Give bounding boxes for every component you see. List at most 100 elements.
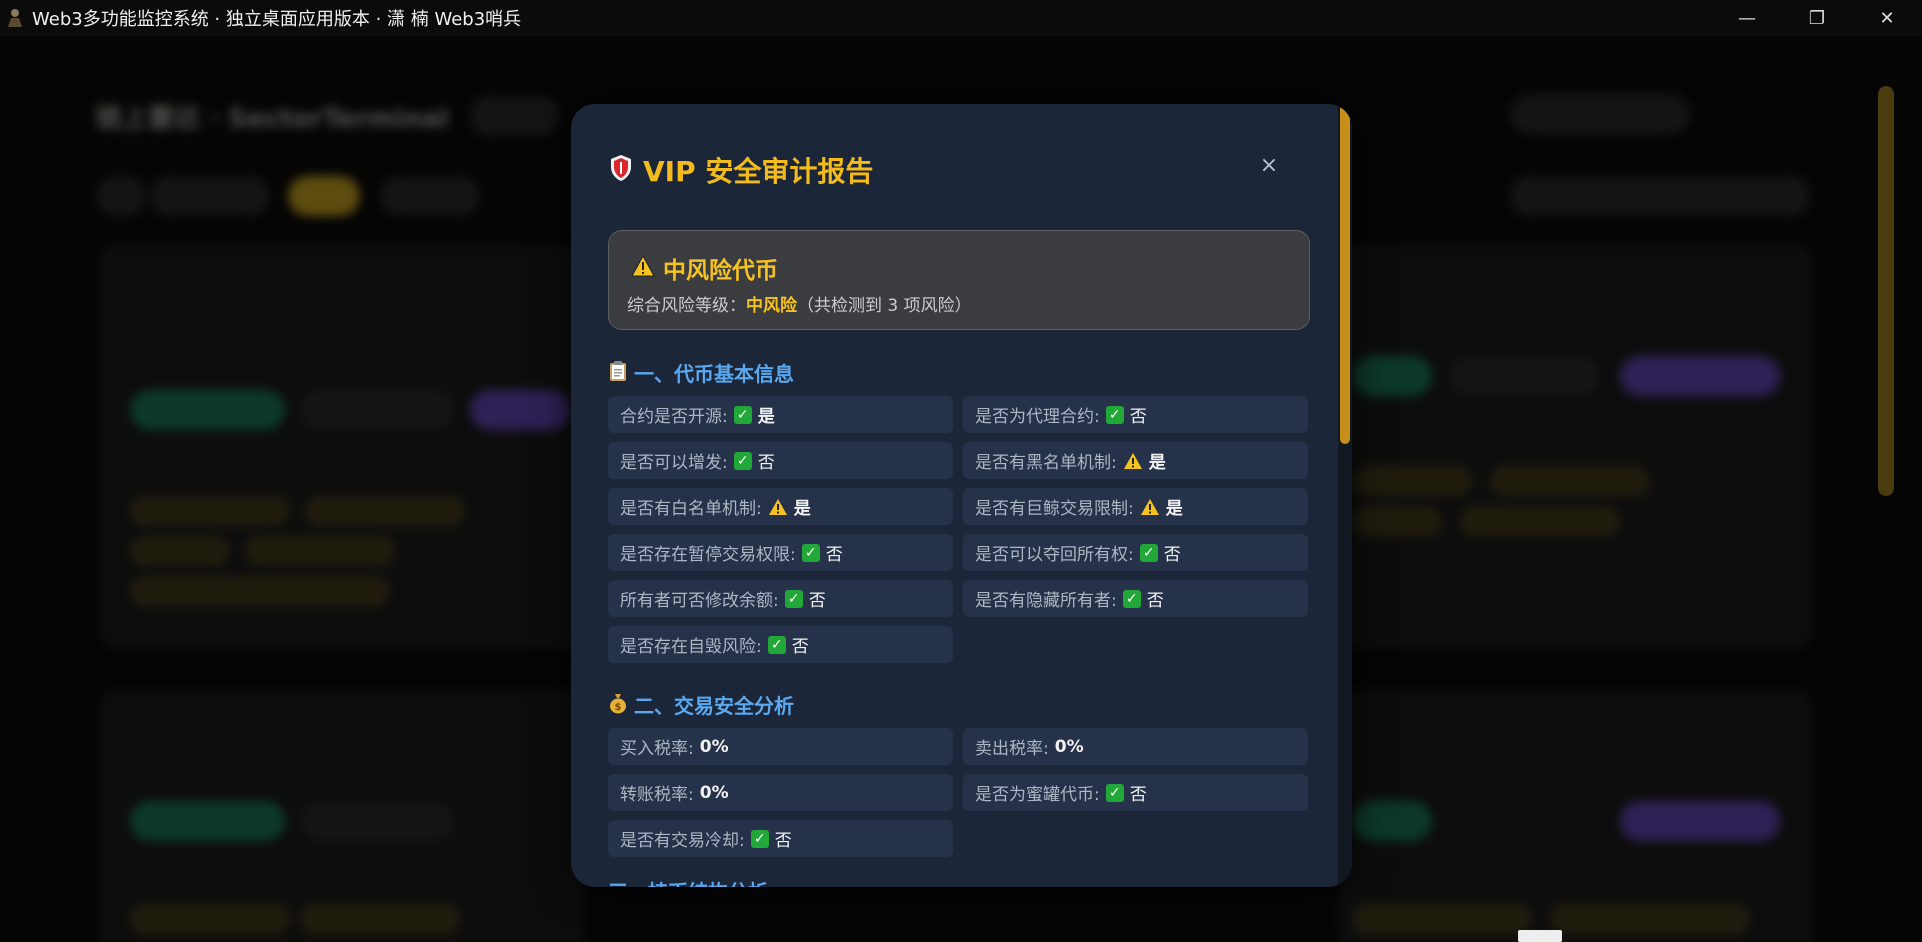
- bg-pill: [470, 96, 560, 136]
- corner-badge: [1518, 930, 1562, 942]
- info-label: 是否存在自毁风险:: [620, 637, 762, 657]
- bg-tag: [1490, 466, 1650, 496]
- info-value: 否: [1163, 545, 1181, 565]
- section-title-text: 二、交易安全分析: [634, 694, 794, 718]
- info-item: 是否存在自毁风险: ✓ 否: [608, 626, 953, 663]
- check-icon: ✓: [784, 589, 803, 608]
- close-modal-button[interactable]: ×: [1254, 150, 1284, 180]
- trade-item: 买入税率: 0%: [608, 728, 953, 765]
- info-label: 所有者可否修改余额:: [620, 591, 779, 611]
- window-title-bar: Web3多功能监控系统 · 独立桌面应用版本 · 潇 楠 Web3哨兵 — ❐ …: [0, 0, 1922, 36]
- section-title-trade-security: $ 二、交易安全分析: [608, 690, 794, 719]
- check-icon: ✓: [1105, 405, 1124, 424]
- bg-pill: [380, 176, 480, 216]
- info-item: 是否可以夺回所有权: ✓ 否: [963, 534, 1308, 571]
- money-bag-icon: $: [608, 692, 628, 718]
- info-label: 合约是否开源:: [620, 407, 728, 427]
- bg-pill: [300, 390, 455, 430]
- trade-value: 否: [774, 831, 792, 851]
- trade-value: 否: [1129, 785, 1147, 805]
- trade-security-grid: 买入税率: 0% 卖出税率: 0% 转账税率: 0% 是否为蜜罐代币: ✓ 否 是否有交易…: [608, 728, 1308, 866]
- background-scrollbar: [1878, 86, 1894, 496]
- trade-value: 0%: [699, 736, 729, 757]
- bg-tag: [300, 904, 460, 934]
- risk-summary-prefix: 综合风险等级：: [627, 296, 746, 316]
- risk-summary-box: 中风险代币 综合风险等级：中风险（共检测到 3 项风险）: [608, 230, 1310, 330]
- bg-tag: [130, 576, 390, 606]
- info-item: 是否有隐藏所有者: ✓ 否: [963, 580, 1308, 617]
- warning-icon: [1140, 498, 1160, 516]
- security-audit-modal: VIP 安全审计报告 × 中风险代币 综合风险等级：中风险（共检测到 3 项风险…: [571, 104, 1352, 887]
- basic-info-grid: 合约是否开源: ✓ 是 是否为代理合约: ✓ 否 是否可以增发: ✓ 否 是否有黑名单机制:…: [608, 396, 1308, 672]
- trade-label: 卖出税率:: [975, 739, 1049, 759]
- trade-label: 转账税率:: [620, 785, 694, 805]
- check-icon: ✓: [750, 829, 769, 848]
- info-value: 是: [757, 407, 775, 427]
- trade-item: 卖出税率: 0%: [963, 728, 1308, 765]
- bg-pill: [1352, 356, 1432, 396]
- info-item: 是否有白名单机制: 是: [608, 488, 953, 525]
- check-icon: ✓: [1122, 589, 1141, 608]
- restore-button[interactable]: ❐: [1782, 0, 1852, 36]
- info-value: 是: [793, 499, 811, 519]
- bg-pill: [1352, 801, 1432, 841]
- info-value: 否: [825, 545, 843, 565]
- info-label: 是否可以增发:: [620, 453, 728, 473]
- close-window-button[interactable]: ✕: [1852, 0, 1922, 36]
- bg-tag: [130, 496, 290, 526]
- risk-title: 中风险代币: [663, 258, 778, 284]
- trade-value: 0%: [699, 782, 729, 803]
- bg-tag: [130, 904, 290, 934]
- info-item: 所有者可否修改余额: ✓ 否: [608, 580, 953, 617]
- shield-icon: [609, 154, 633, 186]
- app-logo-icon: [4, 7, 26, 29]
- window-title: Web3多功能监控系统 · 独立桌面应用版本 · 潇 楠 Web3哨兵: [32, 9, 522, 30]
- bg-pill: [1620, 801, 1780, 841]
- clipboard-icon: [608, 360, 628, 386]
- risk-summary-suffix: （共检测到 3 项风险）: [797, 296, 972, 316]
- section-title-text: 一、代币基本信息: [634, 362, 794, 386]
- check-icon: ✓: [1139, 543, 1158, 562]
- info-value: 否: [757, 453, 775, 473]
- section-title-basic-info: 一、代币基本信息: [608, 358, 794, 387]
- info-item: 是否可以增发: ✓ 否: [608, 442, 953, 479]
- bg-pill: [1510, 176, 1810, 216]
- trade-item: 是否有交易冷却: ✓ 否: [608, 820, 953, 857]
- info-item: 是否为代理合约: ✓ 否: [963, 396, 1308, 433]
- check-icon: ✓: [1105, 783, 1124, 802]
- check-icon: ✓: [733, 451, 752, 470]
- background-app-title: 链上雷达 · SectorTerminal: [96, 104, 449, 134]
- bg-pill: [288, 176, 360, 216]
- info-value: 否: [1146, 591, 1164, 611]
- info-label: 是否有隐藏所有者:: [975, 591, 1117, 611]
- modal-scrollbar[interactable]: [1338, 104, 1352, 887]
- bg-pill: [150, 176, 270, 216]
- trade-label: 是否有交易冷却:: [620, 831, 745, 851]
- trade-item: 转账税率: 0%: [608, 774, 953, 811]
- svg-text:$: $: [615, 702, 622, 713]
- info-item: 是否有巨鲸交易限制: 是: [963, 488, 1308, 525]
- risk-level: 中风险: [746, 296, 797, 316]
- trade-item: 是否为蜜罐代币: ✓ 否: [963, 774, 1308, 811]
- bg-tag: [305, 496, 465, 526]
- bg-tag: [1352, 904, 1532, 934]
- check-icon: ✓: [801, 543, 820, 562]
- modal-title: VIP 安全审计报告: [643, 155, 874, 188]
- minimize-button[interactable]: —: [1712, 0, 1782, 36]
- bg-tag: [130, 536, 230, 566]
- trade-label: 是否为蜜罐代币:: [975, 785, 1100, 805]
- info-label: 是否存在暂停交易权限:: [620, 545, 796, 565]
- risk-summary: 综合风险等级：中风险（共检测到 3 项风险）: [627, 291, 972, 316]
- modal-scrollbar-thumb[interactable]: [1340, 104, 1350, 444]
- bg-pill: [300, 801, 455, 841]
- info-item: 合约是否开源: ✓ 是: [608, 396, 953, 433]
- info-item: 是否有黑名单机制: 是: [963, 442, 1308, 479]
- bg-tag: [1352, 506, 1442, 536]
- bg-pill: [470, 390, 570, 430]
- info-label: 是否可以夺回所有权:: [975, 545, 1134, 565]
- info-item: 是否存在暂停交易权限: ✓ 否: [608, 534, 953, 571]
- bg-card: [1340, 246, 1812, 648]
- bg-tag: [245, 536, 395, 566]
- bg-pill: [1620, 356, 1780, 396]
- warning-icon: [1123, 452, 1143, 470]
